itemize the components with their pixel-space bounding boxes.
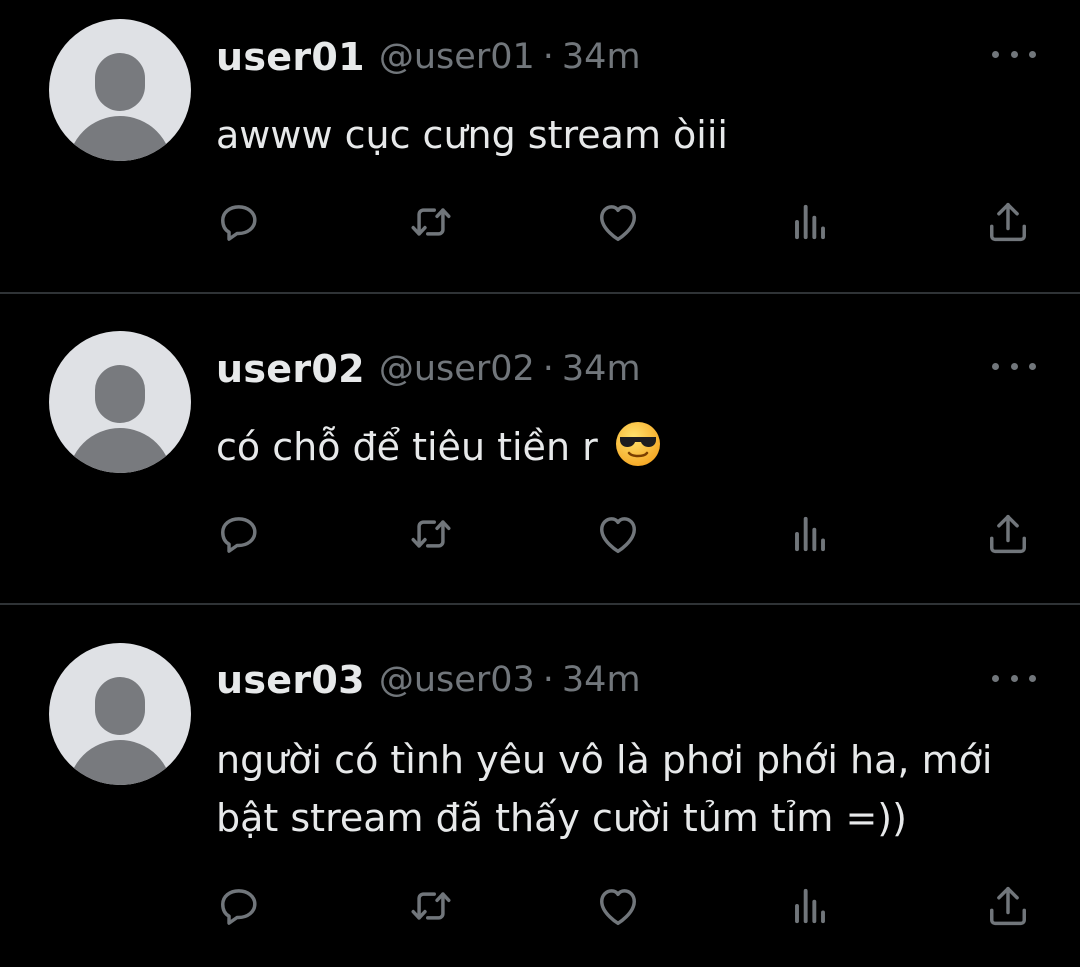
display-name[interactable]: user01 [216, 35, 365, 79]
tweet-text-content: có chỗ để tiêu tiền r [216, 425, 598, 469]
display-name[interactable]: user03 [216, 658, 365, 702]
tweet-header: user03 @user03 · 34m [216, 655, 641, 705]
tweet-3[interactable]: user03 @user03 · 34m người có tình yêu v… [0, 605, 1080, 967]
analytics-icon[interactable] [780, 876, 840, 936]
avatar-shoulders [68, 116, 172, 161]
action-bar [0, 504, 1080, 564]
action-bar [0, 876, 1080, 936]
display-name[interactable]: user02 [216, 347, 365, 391]
avatar-shoulders [68, 740, 172, 785]
more-options-icon[interactable] [992, 671, 1036, 685]
tweet-2[interactable]: user02 @user02 · 34m có chỗ để tiêu tiền… [0, 294, 1080, 604]
tweet-text: người có tình yêu vô là phơi phới ha, mớ… [216, 731, 1056, 847]
tweet-text: có chỗ để tiêu tiền r [216, 418, 1056, 476]
retweet-icon[interactable] [401, 192, 461, 252]
avatar[interactable] [49, 19, 191, 161]
reply-icon[interactable] [209, 876, 269, 936]
more-options-icon[interactable] [992, 47, 1036, 61]
handle[interactable]: @user02 [379, 349, 535, 389]
timestamp[interactable]: 34m [562, 37, 641, 77]
tweet-1[interactable]: user01 @user01 · 34m awww cục cưng strea… [0, 0, 1080, 293]
action-bar [0, 192, 1080, 252]
tweet-text-line-1: người có tình yêu vô là phơi phới ha, mớ… [216, 738, 993, 782]
more-options-icon[interactable] [992, 359, 1036, 373]
smiling-face-with-sunglasses-icon [615, 422, 660, 466]
reply-feed: user01 @user01 · 34m awww cục cưng strea… [0, 0, 1080, 967]
separator: · [542, 660, 554, 700]
separator: · [542, 37, 554, 77]
timestamp[interactable]: 34m [562, 349, 641, 389]
avatar-head [95, 677, 145, 735]
tweet-header: user01 @user01 · 34m [216, 32, 641, 82]
analytics-icon[interactable] [780, 192, 840, 252]
avatar[interactable] [49, 643, 191, 785]
share-icon[interactable] [978, 192, 1038, 252]
reply-icon[interactable] [209, 192, 269, 252]
retweet-icon[interactable] [401, 504, 461, 564]
heart-icon[interactable] [588, 876, 648, 936]
heart-icon[interactable] [588, 192, 648, 252]
avatar-shoulders [68, 428, 172, 473]
timestamp[interactable]: 34m [562, 660, 641, 700]
reply-icon[interactable] [209, 504, 269, 564]
share-icon[interactable] [978, 504, 1038, 564]
avatar-head [95, 53, 145, 111]
avatar[interactable] [49, 331, 191, 473]
avatar-head [95, 365, 145, 423]
analytics-icon[interactable] [780, 504, 840, 564]
retweet-icon[interactable] [401, 876, 461, 936]
handle[interactable]: @user01 [379, 37, 535, 77]
tweet-text: awww cục cưng stream òiii [216, 113, 728, 157]
tweet-header: user02 @user02 · 34m [216, 344, 641, 394]
handle[interactable]: @user03 [379, 660, 535, 700]
share-icon[interactable] [978, 876, 1038, 936]
separator: · [542, 349, 554, 389]
heart-icon[interactable] [588, 504, 648, 564]
tweet-text-line-2: bật stream đã thấy cười tủm tỉm =)) [216, 796, 907, 840]
